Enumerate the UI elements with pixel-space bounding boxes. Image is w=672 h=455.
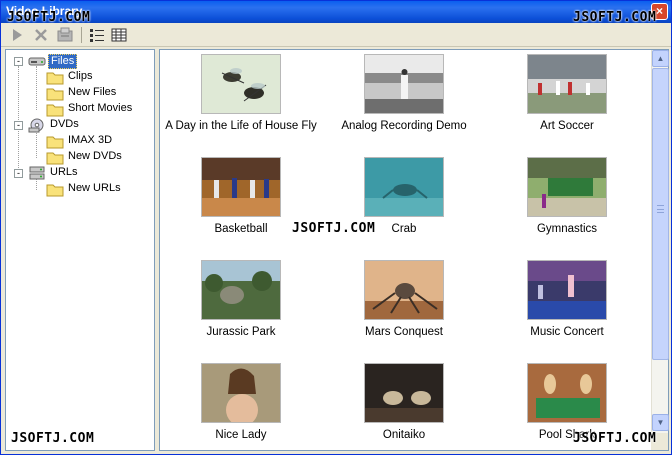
video-item[interactable]: Analog Recording Demo	[324, 54, 484, 138]
video-item[interactable]: Gymnastics	[487, 157, 647, 241]
details-view-icon	[90, 29, 104, 42]
folder-icon	[46, 101, 64, 117]
video-item[interactable]: Jurassic Park	[161, 260, 321, 344]
collapse-toggle[interactable]: -	[14, 121, 23, 130]
thumbnails-view-button[interactable]	[111, 27, 129, 43]
mars-thumbnail	[364, 260, 444, 320]
dinosaur-thumbnail	[201, 260, 281, 320]
toolbar	[1, 23, 671, 47]
tree-item-new-urls[interactable]: New URLs	[32, 181, 152, 197]
gymnastics-thumbnail	[527, 157, 607, 217]
scroll-down-button[interactable]: ▼	[652, 414, 669, 431]
delete-button[interactable]	[33, 27, 51, 43]
video-item[interactable]: Onitaiko	[324, 363, 484, 447]
flies-thumbnail	[201, 54, 281, 114]
tree-item-imax-3d[interactable]: IMAX 3D	[32, 133, 152, 149]
video-item[interactable]: Mars Conquest	[324, 260, 484, 344]
video-title: Analog Recording Demo	[341, 120, 467, 132]
tree-label-short-movies: Short Movies	[68, 102, 133, 114]
grip-icon	[657, 205, 664, 213]
tree-label-new-files: New Files	[68, 86, 117, 98]
toolbar-separator	[81, 27, 82, 43]
concert-thumbnail	[527, 260, 607, 320]
video-title: Art Soccer	[540, 120, 594, 132]
video-title: Gymnastics	[536, 223, 598, 235]
recording-thumbnail	[364, 54, 444, 114]
library-tree: - Files Clips New Files Short Movies - D…	[5, 49, 155, 451]
tree-item-dvds[interactable]: - DVDs	[14, 117, 154, 133]
watermark: JSOFTJ.COM	[573, 431, 657, 446]
drive-icon	[28, 53, 46, 69]
tree-label-clips: Clips	[68, 70, 93, 82]
tree-label-files: Files	[48, 54, 78, 69]
properties-button[interactable]	[57, 27, 75, 43]
play-icon	[13, 29, 22, 41]
thumbnails-view-icon	[111, 28, 127, 42]
video-title: Mars Conquest	[365, 326, 443, 338]
basketball-thumbnail	[201, 157, 281, 217]
tree-item-new-files[interactable]: New Files	[32, 85, 152, 101]
video-item[interactable]: A Day in the Life of House Fly	[161, 54, 321, 138]
play-button[interactable]	[9, 27, 27, 43]
lady-thumbnail	[201, 363, 281, 423]
scroll-up-button[interactable]: ▲	[652, 50, 669, 67]
video-library-window: Video Library × - Files Clips New Files …	[0, 0, 672, 455]
tree-item-new-dvds[interactable]: New DVDs	[32, 149, 152, 165]
tree-label-new-dvds: New DVDs	[68, 150, 122, 162]
video-item[interactable]: Nice Lady	[161, 363, 321, 447]
onitaiko-thumbnail	[364, 363, 444, 423]
video-title: Jurassic Park	[206, 326, 276, 338]
details-view-button[interactable]	[89, 27, 107, 43]
properties-icon	[57, 27, 73, 42]
pool-thumbnail	[527, 363, 607, 423]
tree-item-urls[interactable]: - URLs	[14, 165, 154, 181]
watermark: JSOFTJ.COM	[292, 221, 376, 236]
video-item[interactable]: Art Soccer	[487, 54, 647, 138]
collapse-toggle[interactable]: -	[14, 169, 23, 178]
watermark: JSOFTJ.COM	[7, 10, 91, 25]
soccer-thumbnail	[527, 54, 607, 114]
video-title: A Day in the Life of House Fly	[165, 120, 317, 132]
network-icon	[28, 165, 46, 181]
dvd-drive-icon	[28, 117, 46, 133]
tree-label-new-urls: New URLs	[68, 182, 121, 194]
crab-thumbnail	[364, 157, 444, 217]
title-bar[interactable]: Video Library ×	[1, 1, 671, 23]
tree-label-urls: URLs	[50, 166, 78, 178]
folder-icon	[46, 181, 64, 197]
watermark: JSOFTJ.COM	[573, 10, 657, 25]
vertical-scrollbar[interactable]: ▲ ▼	[651, 50, 669, 450]
watermark: JSOFTJ.COM	[11, 431, 95, 446]
video-title: Music Concert	[530, 326, 604, 338]
tree-label-dvds: DVDs	[50, 118, 79, 130]
collapse-toggle[interactable]: -	[14, 57, 23, 66]
folder-icon	[46, 69, 64, 85]
video-title: Nice Lady	[215, 429, 267, 441]
tree-label-imax-3d: IMAX 3D	[68, 134, 113, 146]
video-grid: A Day in the Life of House Fly Analog Re…	[159, 49, 669, 451]
tree-item-short-movies[interactable]: Short Movies	[32, 101, 152, 117]
folder-icon	[46, 85, 64, 101]
tree-item-files[interactable]: - Files	[14, 53, 154, 69]
scroll-thumb[interactable]	[652, 68, 669, 360]
folder-icon	[46, 149, 64, 165]
tree-item-clips[interactable]: Clips	[32, 69, 152, 85]
video-item[interactable]: Music Concert	[487, 260, 647, 344]
video-title: Onitaiko	[382, 429, 426, 441]
delete-icon	[35, 29, 47, 41]
folder-icon	[46, 133, 64, 149]
